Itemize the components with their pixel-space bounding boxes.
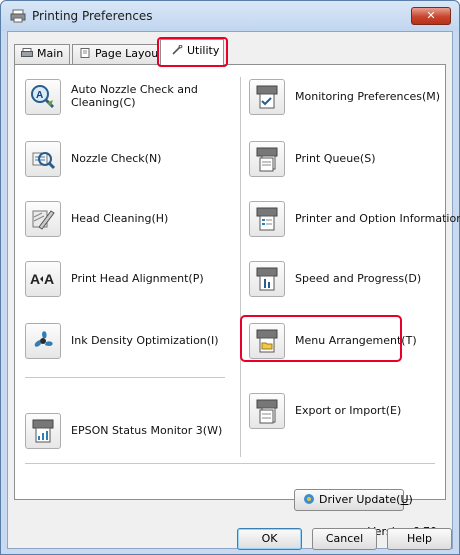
svg-text:A: A [36, 90, 43, 101]
svg-text:A: A [44, 271, 54, 287]
epson-status-monitor-button[interactable]: EPSON Status Monitor 3(W) [25, 413, 235, 453]
printer-option-information-button[interactable]: Printer and Option Information(O) [249, 201, 460, 241]
driver-update-suffix: ) [408, 493, 413, 506]
export-import-label: Export or Import(E) [295, 404, 402, 417]
status-monitor-icon-box [25, 413, 61, 449]
menu-arrangement-icon [256, 329, 278, 353]
print-head-alignment-icon-box: A A [25, 261, 61, 297]
nozzle-check-icon-box [25, 141, 61, 177]
export-import-icon-box [249, 393, 285, 429]
column-divider [240, 77, 241, 457]
tab-utility-label: Utility [187, 44, 220, 57]
print-head-alignment-label: Print Head Alignment(P) [71, 272, 204, 285]
print-queue-button[interactable]: Print Queue(S) [249, 141, 444, 181]
export-import-icon [256, 399, 278, 424]
window-title: Printing Preferences [32, 9, 153, 23]
auto-nozzle-check-icon: A [31, 85, 55, 109]
printer-information-icon-box [249, 201, 285, 237]
menu-arrangement-button[interactable]: Menu Arrangement(T) [249, 323, 444, 363]
title-bar: Printing Preferences ✕ [1, 1, 459, 31]
head-cleaning-icon-box [25, 201, 61, 237]
ink-density-icon-box [25, 323, 61, 359]
driver-update-icon [304, 494, 314, 504]
help-button[interactable]: Help [387, 528, 452, 550]
ok-button[interactable]: OK [237, 528, 302, 550]
tab-main[interactable]: Main [14, 44, 70, 64]
menu-arrangement-label: Menu Arrangement(T) [295, 334, 417, 347]
bottom-section-divider [25, 463, 435, 464]
printer-icon [21, 48, 33, 57]
tab-utility[interactable]: Utility [160, 39, 224, 65]
status-monitor-icon [32, 419, 54, 443]
tab-page-layout-label: Page Layout [95, 47, 158, 60]
printer-information-icon [256, 207, 278, 231]
nozzle-check-button[interactable]: Nozzle Check(N) [25, 141, 235, 181]
driver-update-label: Driver Update( [319, 493, 401, 506]
head-cleaning-label: Head Cleaning(H) [71, 212, 169, 225]
utility-panel: A Auto Nozzle Check and Cleaning(C) Nozz… [14, 64, 460, 500]
ink-density-label: Ink Density Optimization(I) [71, 334, 219, 347]
monitoring-preferences-icon [256, 85, 278, 109]
ink-density-optimization-button[interactable]: Ink Density Optimization(I) [25, 323, 235, 363]
left-section-divider [25, 377, 225, 378]
driver-update-button[interactable]: Driver Update(U) [294, 489, 413, 511]
cancel-button[interactable]: Cancel [312, 528, 377, 550]
nozzle-check-icon [32, 152, 56, 170]
page-icon [80, 48, 90, 58]
svg-text:A: A [30, 271, 40, 287]
head-cleaning-icon [32, 210, 55, 230]
tab-main-label: Main [37, 47, 64, 60]
print-head-alignment-icon: A A [30, 271, 54, 287]
print-queue-icon [256, 147, 278, 172]
wrench-icon [172, 45, 183, 55]
nozzle-check-label: Nozzle Check(N) [71, 152, 162, 165]
printer-option-information-label: Printer and Option Information(O) [295, 212, 460, 225]
monitoring-preferences-button[interactable]: Monitoring Preferences(M) [249, 79, 444, 119]
speed-progress-button[interactable]: Speed and Progress(D) [249, 261, 444, 301]
print-head-alignment-button[interactable]: A A Print Head Alignment(P) [25, 261, 235, 301]
ink-density-icon [34, 331, 53, 347]
monitoring-preferences-icon-box [249, 79, 285, 115]
printing-preferences-window: Printing Preferences ✕ Main Page Layout … [0, 0, 460, 555]
tab-page-layout[interactable]: Page Layout [72, 44, 158, 64]
head-cleaning-button[interactable]: Head Cleaning(H) [25, 201, 235, 241]
speed-progress-label: Speed and Progress(D) [295, 272, 422, 285]
epson-status-monitor-label: EPSON Status Monitor 3(W) [71, 424, 223, 437]
dialog-client-area: Main Page Layout Utility A Auto Nozzle C… [7, 31, 460, 549]
auto-nozzle-check-icon-box: A [25, 79, 61, 115]
auto-nozzle-check-label: Auto Nozzle Check and Cleaning(C) [71, 83, 198, 109]
printer-icon [10, 9, 26, 23]
menu-arrangement-icon-box [249, 323, 285, 359]
driver-update-mnemonic: U [400, 493, 409, 506]
print-queue-icon-box [249, 141, 285, 177]
speed-progress-icon-box [249, 261, 285, 297]
print-queue-label: Print Queue(S) [295, 152, 376, 165]
auto-nozzle-check-button[interactable]: A Auto Nozzle Check and Cleaning(C) [25, 79, 235, 119]
export-import-button[interactable]: Export or Import(E) [249, 393, 444, 433]
monitoring-preferences-label: Monitoring Preferences(M) [295, 90, 441, 103]
speed-progress-icon [256, 267, 278, 291]
close-button[interactable]: ✕ [411, 7, 451, 25]
